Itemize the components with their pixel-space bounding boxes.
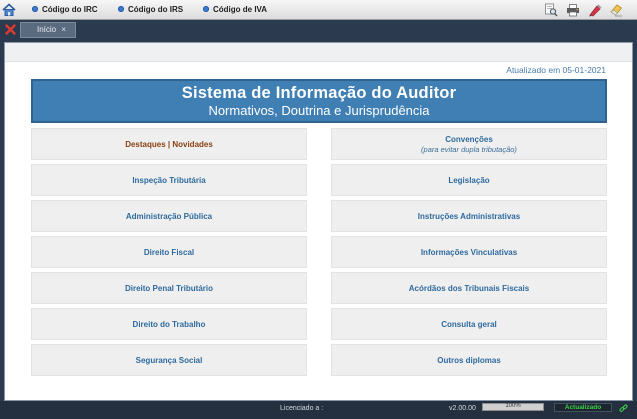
button-label: Inspeção Tributária — [132, 175, 206, 185]
novidades-label: Novidades — [172, 139, 213, 149]
tab-bar — [0, 20, 637, 41]
home-icon[interactable] — [2, 3, 16, 17]
close-icon[interactable] — [5, 24, 16, 35]
button-label: Direito Penal Tributário — [124, 283, 213, 293]
progress-bar: 100% — [482, 403, 544, 411]
banner-subtitle: Normativos, Doutrina e Jurisprudência — [208, 103, 430, 118]
button-label: Direito Fiscal — [143, 247, 195, 257]
legislacao-button[interactable]: Legislação — [331, 164, 607, 196]
seguranca-social-button[interactable]: Segurança Social — [31, 344, 307, 376]
link-label: Código do IRS — [128, 5, 184, 14]
button-label: Segurança Social — [135, 355, 203, 365]
button-label: Outros diplomas — [437, 355, 501, 365]
panel-header-band — [5, 43, 632, 62]
progress-label: 100% — [505, 403, 521, 409]
main-panel: Atualizado em 05-01-2021 Sistema de Info… — [4, 42, 633, 401]
acordaos-tribunais-fiscais-button[interactable]: Acórdãos dos Tribunais Fiscais — [331, 272, 607, 304]
destaques-novidades-button[interactable]: Destaques | Novidades — [31, 128, 307, 160]
button-label: Acórdãos dos Tribunais Fiscais — [408, 283, 530, 293]
print-icon[interactable] — [566, 3, 580, 17]
button-label: Administração Pública — [125, 211, 213, 221]
button-label: Direito do Trabalho — [132, 319, 206, 329]
destaques-novidades-label: Destaques | Novidades — [125, 140, 213, 149]
button-label: Instruções Administrativas — [417, 211, 521, 221]
bullet-icon — [32, 6, 38, 12]
link-codigo-iva[interactable]: Código de IVA — [203, 5, 267, 17]
link-codigo-irs[interactable]: Código do IRS — [118, 5, 183, 17]
tab-label: Início — [37, 25, 57, 34]
direito-do-trabalho-button[interactable]: Direito do Trabalho — [31, 308, 307, 340]
search-doc-icon[interactable] — [544, 3, 558, 17]
tab-close-button[interactable]: × — [61, 23, 66, 37]
inspecao-tributaria-button[interactable]: Inspeção Tributária — [31, 164, 307, 196]
consulta-geral-button[interactable]: Consulta geral — [331, 308, 607, 340]
tab-inicio[interactable]: Início × — [20, 22, 76, 38]
bullet-icon — [203, 6, 209, 12]
title-banner: Sistema de Informação do Auditor Normati… — [31, 79, 607, 123]
instrucoes-administrativas-button[interactable]: Instruções Administrativas — [331, 200, 607, 232]
button-label: Consulta geral — [441, 319, 497, 329]
link-codigo-irc[interactable]: Código do IRC — [32, 5, 98, 17]
version-label: v2.00.00 — [449, 405, 476, 412]
button-label: Legislação — [448, 175, 490, 185]
eraser-icon[interactable] — [609, 3, 623, 17]
direito-fiscal-button[interactable]: Direito Fiscal — [31, 236, 307, 268]
informacoes-vinculativas-button[interactable]: Informações Vinculativas — [331, 236, 607, 268]
button-sublabel: (para evitar dupla tributação) — [421, 144, 517, 154]
button-label: Convenções — [445, 134, 493, 144]
button-label: Informações Vinculativas — [420, 247, 518, 257]
banner-title: Sistema de Informação do Auditor — [181, 84, 457, 102]
destaques-label: Destaques — [125, 139, 166, 149]
top-toolbar: Código do IRC Código do IRS Código de IV… — [0, 0, 637, 20]
direito-penal-tributario-button[interactable]: Direito Penal Tributário — [31, 272, 307, 304]
administracao-publica-button[interactable]: Administração Pública — [31, 200, 307, 232]
outros-diplomas-button[interactable]: Outros diplomas — [331, 344, 607, 376]
convencoes-button[interactable]: Convenções (para evitar dupla tributação… — [331, 128, 607, 160]
link-icon[interactable] — [619, 404, 628, 413]
status-badge: Actualizado — [554, 403, 612, 412]
bullet-icon — [118, 6, 124, 12]
link-label: Código do IRC — [42, 5, 98, 14]
updated-date: Atualizado em 05-01-2021 — [506, 65, 606, 75]
highlighter-icon[interactable] — [588, 3, 602, 17]
license-label: Licenciado a : — [280, 405, 324, 412]
link-label: Código de IVA — [213, 5, 268, 14]
